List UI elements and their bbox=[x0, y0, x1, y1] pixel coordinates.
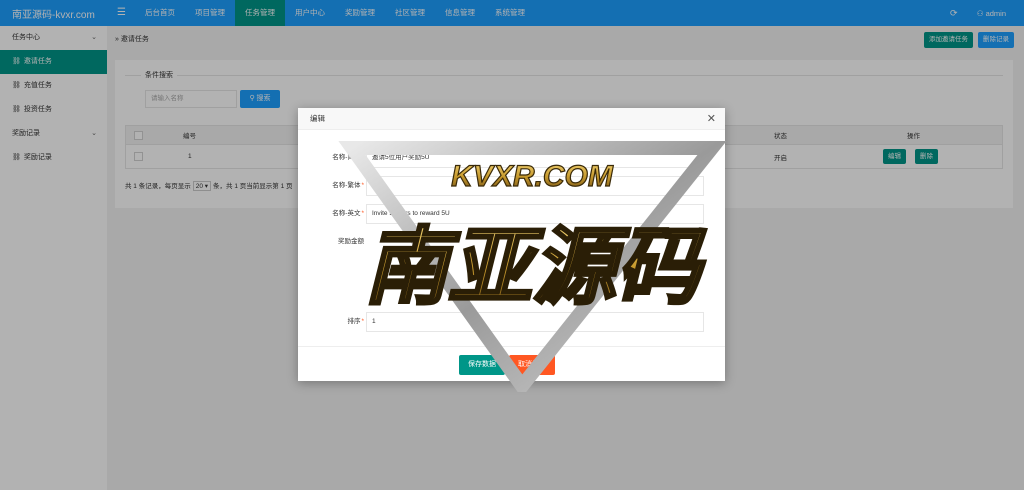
form-row-name-traditional: 名称-繁体* bbox=[298, 176, 725, 196]
cancel-edit-button[interactable]: 取消编辑 bbox=[509, 355, 555, 375]
form-row-name-english: 名称-英文* Invite 5 users to reward 5U bbox=[298, 204, 725, 224]
field-label: 名称-繁体* bbox=[332, 182, 364, 189]
save-button[interactable]: 保存数据 bbox=[459, 355, 505, 375]
field-label: 奖励金额 bbox=[338, 238, 364, 245]
name-english-input[interactable]: Invite 5 users to reward 5U bbox=[366, 204, 704, 224]
form-row-reward-amount: 奖励金额 bbox=[298, 232, 725, 252]
edit-modal: 编辑 ✕ 名称-简体* 邀请5位用户奖励5U 名称-繁体* 名称-英文* Inv… bbox=[298, 108, 725, 381]
field-label: 排序* bbox=[347, 318, 364, 325]
form-row-name-simplified: 名称-简体* 邀请5位用户奖励5U bbox=[298, 148, 725, 168]
name-simplified-input[interactable]: 邀请5位用户奖励5U bbox=[366, 148, 704, 168]
close-icon[interactable]: ✕ bbox=[707, 112, 716, 125]
modal-footer: 保存数据 取消编辑 bbox=[298, 346, 725, 381]
form-row-sort: 排序* 1 bbox=[298, 312, 725, 332]
sort-input[interactable]: 1 bbox=[366, 312, 704, 332]
modal-title: 编辑 bbox=[298, 108, 725, 130]
field-label: 名称-英文* bbox=[332, 210, 364, 217]
field-label: 名称-简体* bbox=[332, 154, 364, 161]
name-traditional-input[interactable] bbox=[366, 176, 704, 196]
